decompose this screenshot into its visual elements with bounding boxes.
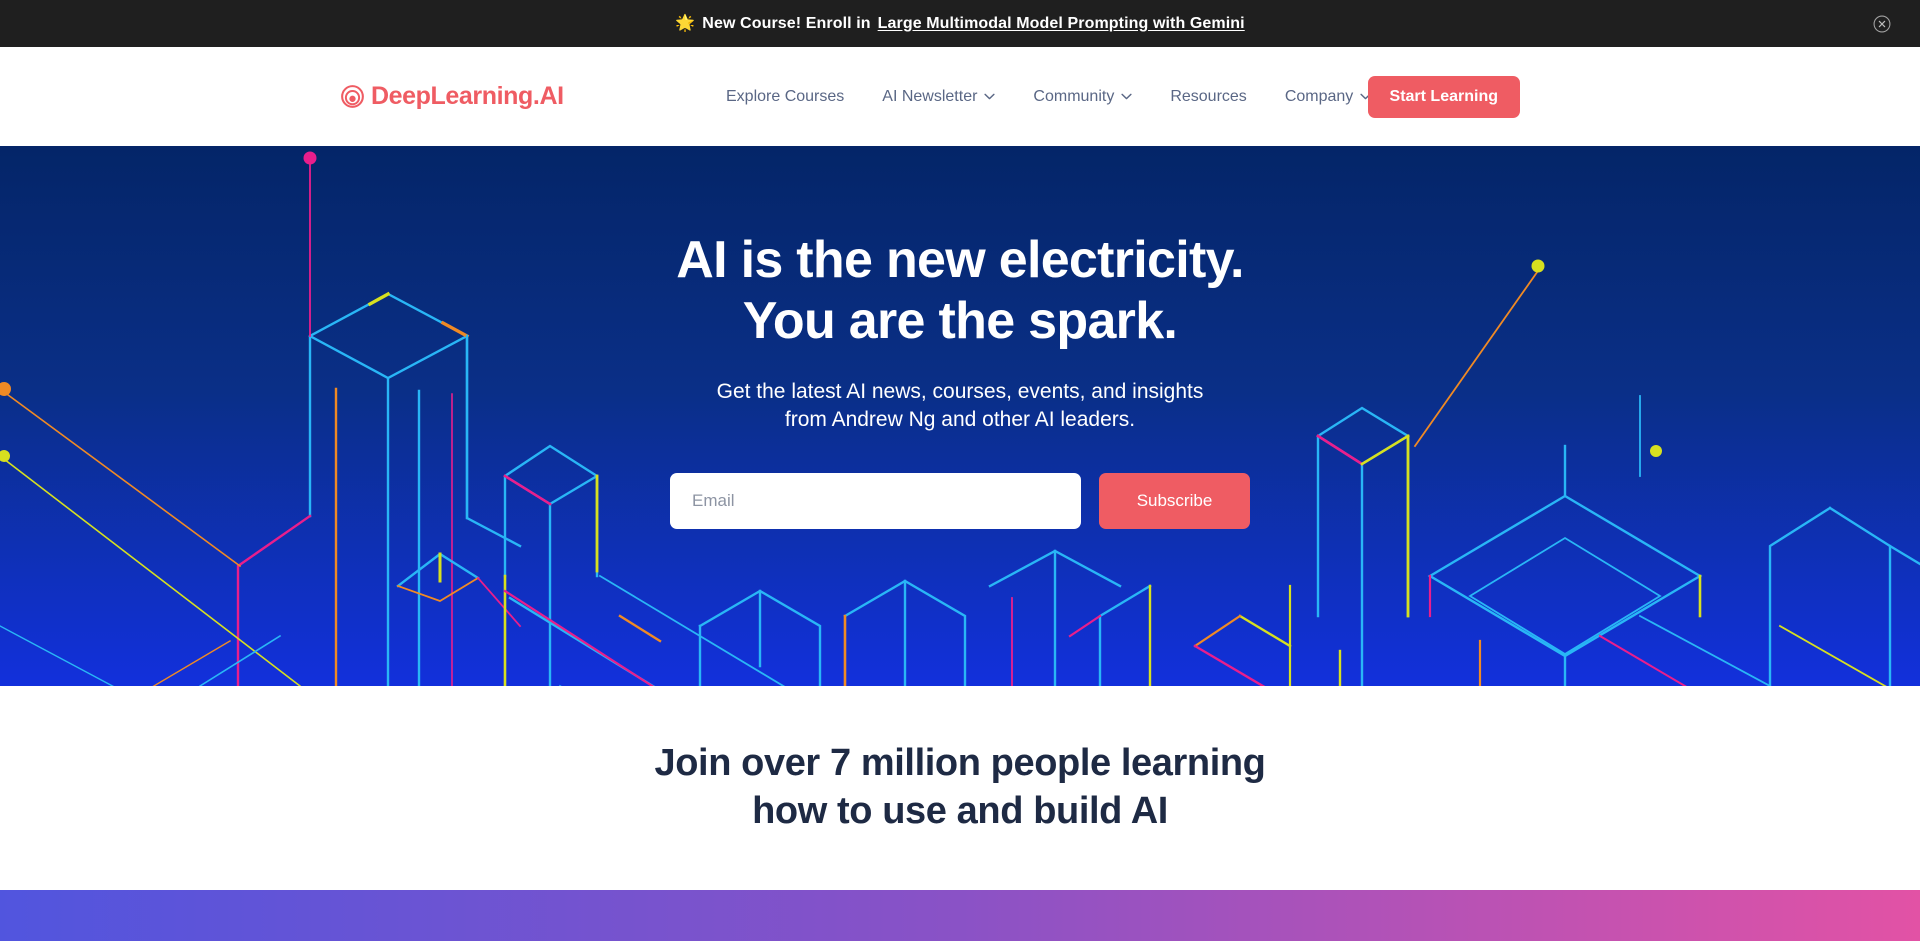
stats-heading-line1: Join over 7 million people learning xyxy=(654,742,1266,785)
nav-label: Company xyxy=(1284,87,1354,105)
stats-heading-line2: how to use and build AI xyxy=(752,790,1168,832)
hero-title-line2: You are the spark. xyxy=(742,291,1178,350)
hero-title-line1: AI is the new electricity. xyxy=(676,231,1244,289)
site-header: DeepLearning.AI Explore Courses AI Newsl… xyxy=(0,47,1920,146)
nav-label: AI Newsletter xyxy=(882,87,978,105)
nav-label: Resources xyxy=(1170,87,1247,105)
nav-label: Explore Courses xyxy=(726,87,845,105)
stats-heading: Join over 7 million people learning how … xyxy=(654,740,1265,836)
chevron-down-icon xyxy=(984,93,996,100)
chevron-down-icon xyxy=(1121,93,1132,100)
hero-subtitle-line2: from Andrew Ng and other AI leaders. xyxy=(784,408,1136,431)
hero-subtitle: Get the latest AI news, courses, events,… xyxy=(717,378,1204,435)
hero-subtitle-line1: Get the latest AI news, courses, events,… xyxy=(716,379,1204,403)
gradient-divider-strip xyxy=(0,890,1920,941)
newsletter-signup-form: Subscribe xyxy=(670,473,1250,530)
nav-item-resources[interactable]: Resources xyxy=(1170,88,1246,106)
main-navigation: Explore Courses AI Newsletter Community … xyxy=(726,88,1371,106)
hero-content: AI is the new electricity. You are the s… xyxy=(0,146,1920,530)
close-icon[interactable] xyxy=(1872,14,1892,34)
email-input[interactable] xyxy=(670,473,1081,530)
nav-label: Community xyxy=(1033,87,1115,105)
nav-item-ai-newsletter[interactable]: AI Newsletter xyxy=(882,87,996,106)
nav-item-explore-courses[interactable]: Explore Courses xyxy=(726,88,844,106)
nav-item-community[interactable]: Community xyxy=(1033,88,1132,106)
announcement-banner: 🌟 New Course! Enroll in Large Multimodal… xyxy=(0,0,1920,47)
hero-title: AI is the new electricity. You are the s… xyxy=(676,230,1244,352)
star-icon: 🌟 xyxy=(675,14,696,32)
announcement-text: 🌟 New Course! Enroll in Large Multimodal… xyxy=(675,15,1244,33)
start-learning-button[interactable]: Start Learning xyxy=(1367,75,1520,118)
nav-item-company[interactable]: Company xyxy=(1285,88,1371,106)
announcement-course-link[interactable]: Large Multimodal Model Prompting with Ge… xyxy=(878,15,1245,33)
subscribe-button[interactable]: Subscribe xyxy=(1099,473,1250,530)
hero-section: AI is the new electricity. You are the s… xyxy=(0,146,1920,686)
brand-logo[interactable]: DeepLearning.AI xyxy=(341,84,564,109)
deeplearning-spiral-logo-icon xyxy=(341,85,364,108)
brand-name: DeepLearning.AI xyxy=(371,82,564,110)
announcement-prefix: New Course! Enroll in xyxy=(702,14,871,32)
stats-section: Join over 7 million people learning how … xyxy=(0,686,1920,890)
